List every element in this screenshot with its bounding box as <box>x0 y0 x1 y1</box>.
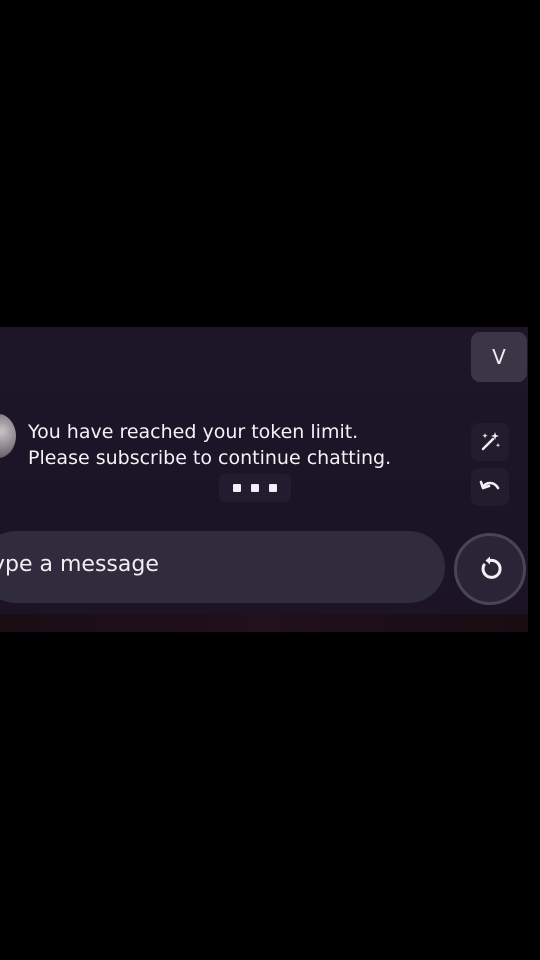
typing-dot <box>269 484 277 492</box>
typing-dot <box>251 484 259 492</box>
chat-message: You have reached your token limit. Pleas… <box>28 421 392 469</box>
undo-icon <box>479 480 500 490</box>
refresh-icon <box>481 556 502 579</box>
magic-wand-icon <box>481 432 501 451</box>
undo-button[interactable] <box>471 468 509 506</box>
message-input[interactable] <box>0 552 430 577</box>
panel-bottom-strip <box>0 614 528 632</box>
typing-indicator <box>219 474 291 502</box>
user-avatar-letter: V <box>492 345 506 369</box>
magic-wand-button[interactable] <box>471 423 509 461</box>
typing-dot <box>233 484 241 492</box>
regenerate-button[interactable] <box>454 533 526 605</box>
user-avatar-button[interactable]: V <box>471 332 527 382</box>
